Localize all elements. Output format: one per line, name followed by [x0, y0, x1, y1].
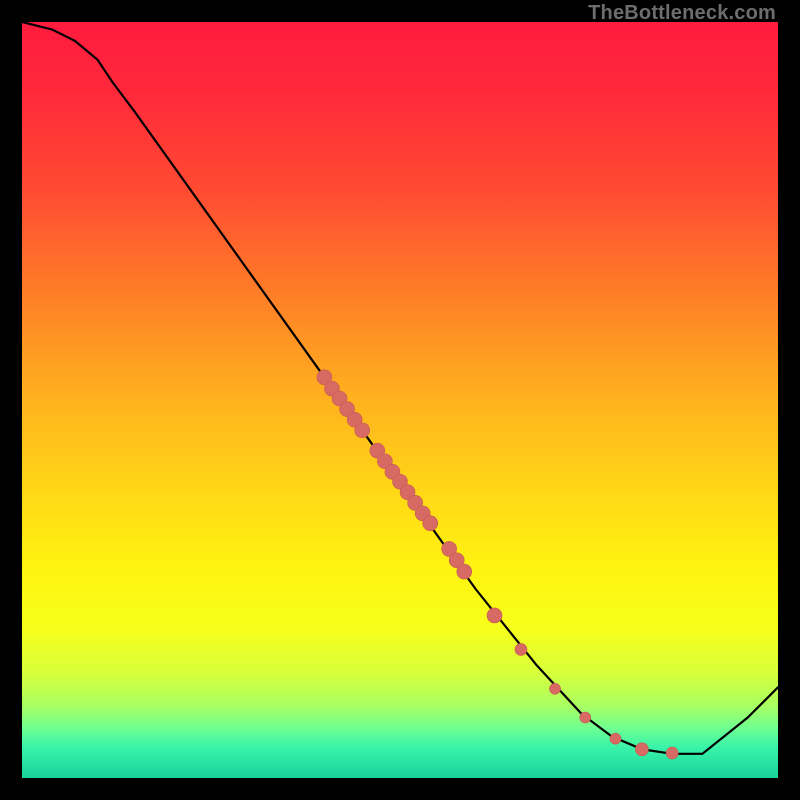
- data-point: [515, 643, 527, 655]
- data-point: [457, 564, 472, 579]
- chart-frame: [22, 22, 778, 778]
- data-point: [487, 608, 502, 623]
- data-point: [549, 683, 560, 694]
- chart-svg: [22, 22, 778, 778]
- data-point: [610, 733, 621, 744]
- data-point: [580, 712, 591, 723]
- chart-background: [22, 22, 778, 778]
- watermark-text: TheBottleneck.com: [588, 2, 776, 25]
- data-point: [423, 516, 438, 531]
- data-point: [355, 423, 370, 438]
- data-point: [666, 747, 678, 759]
- data-point: [635, 743, 648, 756]
